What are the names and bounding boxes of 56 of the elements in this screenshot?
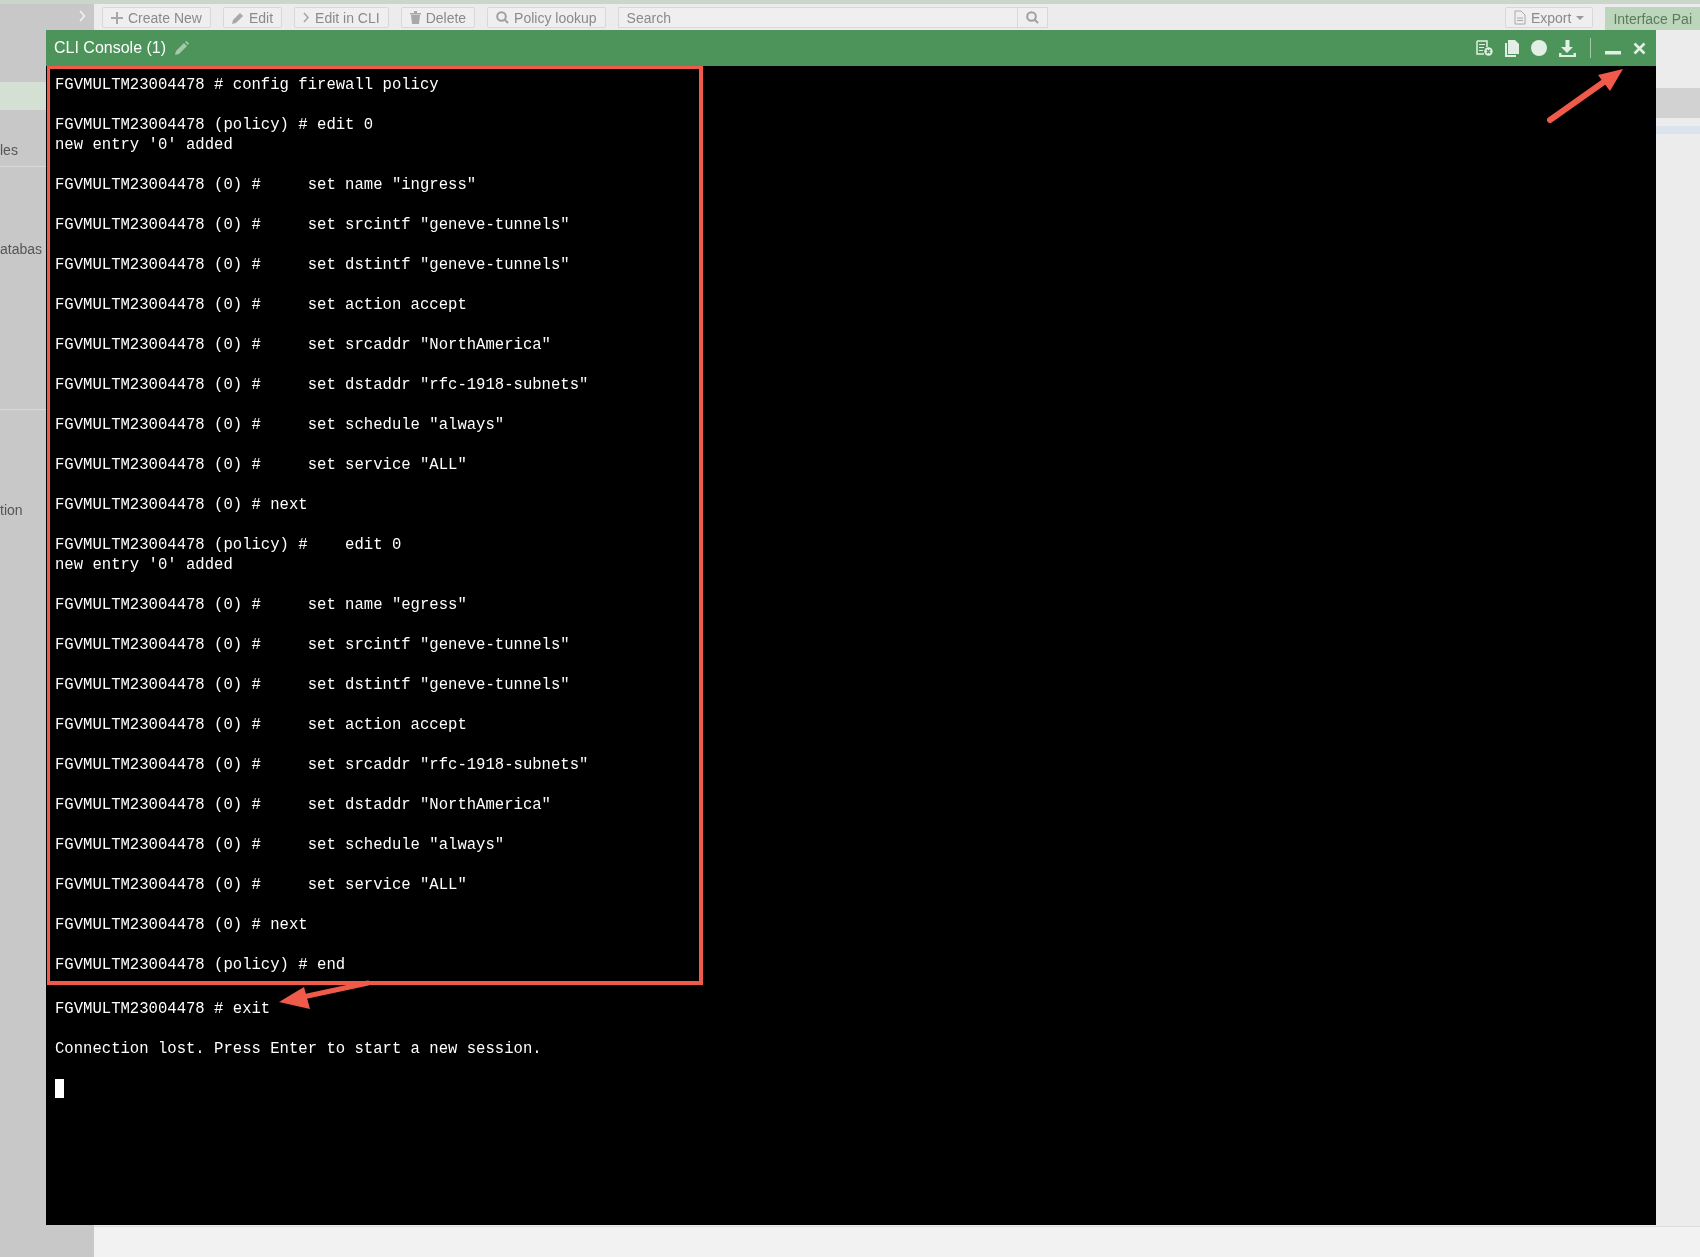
terminal-line: FGVMULTM23004478 (policy) # end bbox=[55, 955, 346, 975]
search-icon bbox=[1025, 11, 1039, 24]
copy-icon[interactable] bbox=[1505, 39, 1519, 57]
pencil-icon[interactable] bbox=[174, 40, 190, 56]
trash-icon bbox=[409, 11, 421, 24]
terminal-line: FGVMULTM23004478 (0) # set name "egress" bbox=[55, 595, 467, 615]
terminal-line: FGVMULTM23004478 (0) # next bbox=[55, 915, 308, 935]
terminal-line: FGVMULTM23004478 (0) # set srcaddr "rfc-1918-subnets" bbox=[55, 755, 589, 775]
terminal-line: FGVMULTM23004478 (policy) # edit 0 bbox=[55, 115, 374, 135]
panel-row bbox=[1656, 88, 1700, 118]
sidebar-highlight bbox=[0, 82, 46, 110]
terminal-line: FGVMULTM23004478 (0) # set dstintf "geneve-tunnels" bbox=[55, 675, 570, 695]
terminal-line: FGVMULTM23004478 (0) # set schedule "always" bbox=[55, 415, 505, 435]
search-icon bbox=[496, 11, 510, 24]
terminal-line: Connection lost. Press Enter to start a new session. bbox=[55, 1039, 542, 1059]
terminal-line: FGVMULTM23004478 (0) # set dstaddr "rfc-1918-subnets" bbox=[55, 375, 589, 395]
panel-tab[interactable]: Interface Pai bbox=[1605, 7, 1700, 30]
console-title: CLI Console (1) bbox=[54, 39, 167, 57]
chevron-icon bbox=[303, 12, 311, 23]
toolbar-button[interactable]: Create New bbox=[102, 7, 211, 28]
terminal-line: FGVMULTM23004478 (0) # set srcaddr "NorthAmerica" bbox=[55, 335, 551, 355]
toolbar-button[interactable]: Policy lookup bbox=[487, 7, 606, 28]
document-icon bbox=[1513, 10, 1526, 25]
search-button[interactable] bbox=[1017, 7, 1048, 28]
plus-icon bbox=[111, 11, 123, 24]
terminal-line: new entry '0' added bbox=[55, 555, 233, 575]
terminal-line: FGVMULTM23004478 # exit bbox=[55, 999, 271, 1019]
search-field[interactable]: Search bbox=[617, 7, 1018, 28]
terminal-line: FGVMULTM23004478 (0) # set action accept bbox=[55, 295, 467, 315]
terminal-line: FGVMULTM23004478 # config firewall policy bbox=[55, 75, 439, 95]
terminal-line: FGVMULTM23004478 (0) # set srcintf "geneve-tunnels" bbox=[55, 635, 570, 655]
terminal-line: FGVMULTM23004478 (0) # set service "ALL" bbox=[55, 875, 467, 895]
terminal-line: FGVMULTM23004478 (0) # set dstintf "geneve-tunnels" bbox=[55, 255, 570, 275]
terminal-line: FGVMULTM23004478 (policy) # edit 0 bbox=[55, 535, 402, 555]
pencil-icon bbox=[231, 11, 244, 24]
terminal-line: FGVMULTM23004478 (0) # set action accept bbox=[55, 715, 467, 735]
export-button[interactable]: Export bbox=[1504, 7, 1594, 28]
terminal-line: FGVMULTM23004478 (0) # set srcintf "geneve-tunnels" bbox=[55, 215, 570, 235]
minimize-icon[interactable] bbox=[1605, 51, 1621, 55]
toolbar-button[interactable]: Edit in CLI bbox=[294, 7, 389, 28]
circle-icon[interactable] bbox=[1531, 40, 1547, 56]
clear-icon[interactable] bbox=[1476, 40, 1493, 56]
terminal-line: FGVMULTM23004478 (0) # set service "ALL" bbox=[55, 455, 467, 475]
terminal-line: FGVMULTM23004478 (0) # set schedule "always" bbox=[55, 835, 505, 855]
sidebar-item[interactable]: tion bbox=[0, 500, 23, 520]
panel-row bbox=[1656, 126, 1700, 134]
terminal-line: FGVMULTM23004478 (0) # set name "ingress" bbox=[55, 175, 477, 195]
sidebar-item[interactable]: atabas bbox=[0, 239, 43, 259]
toolbar-button[interactable]: Delete bbox=[400, 7, 476, 28]
download-icon[interactable] bbox=[1559, 39, 1576, 57]
terminal-line: FGVMULTM23004478 (0) # next bbox=[55, 495, 308, 515]
sidebar-item[interactable]: les bbox=[0, 140, 18, 160]
close-icon[interactable] bbox=[1633, 41, 1646, 55]
terminal-line: new entry '0' added bbox=[55, 135, 233, 155]
terminal-line: FGVMULTM23004478 (0) # set dstaddr "NorthAmerica" bbox=[55, 795, 551, 815]
toolbar-button[interactable]: Edit bbox=[222, 7, 283, 28]
